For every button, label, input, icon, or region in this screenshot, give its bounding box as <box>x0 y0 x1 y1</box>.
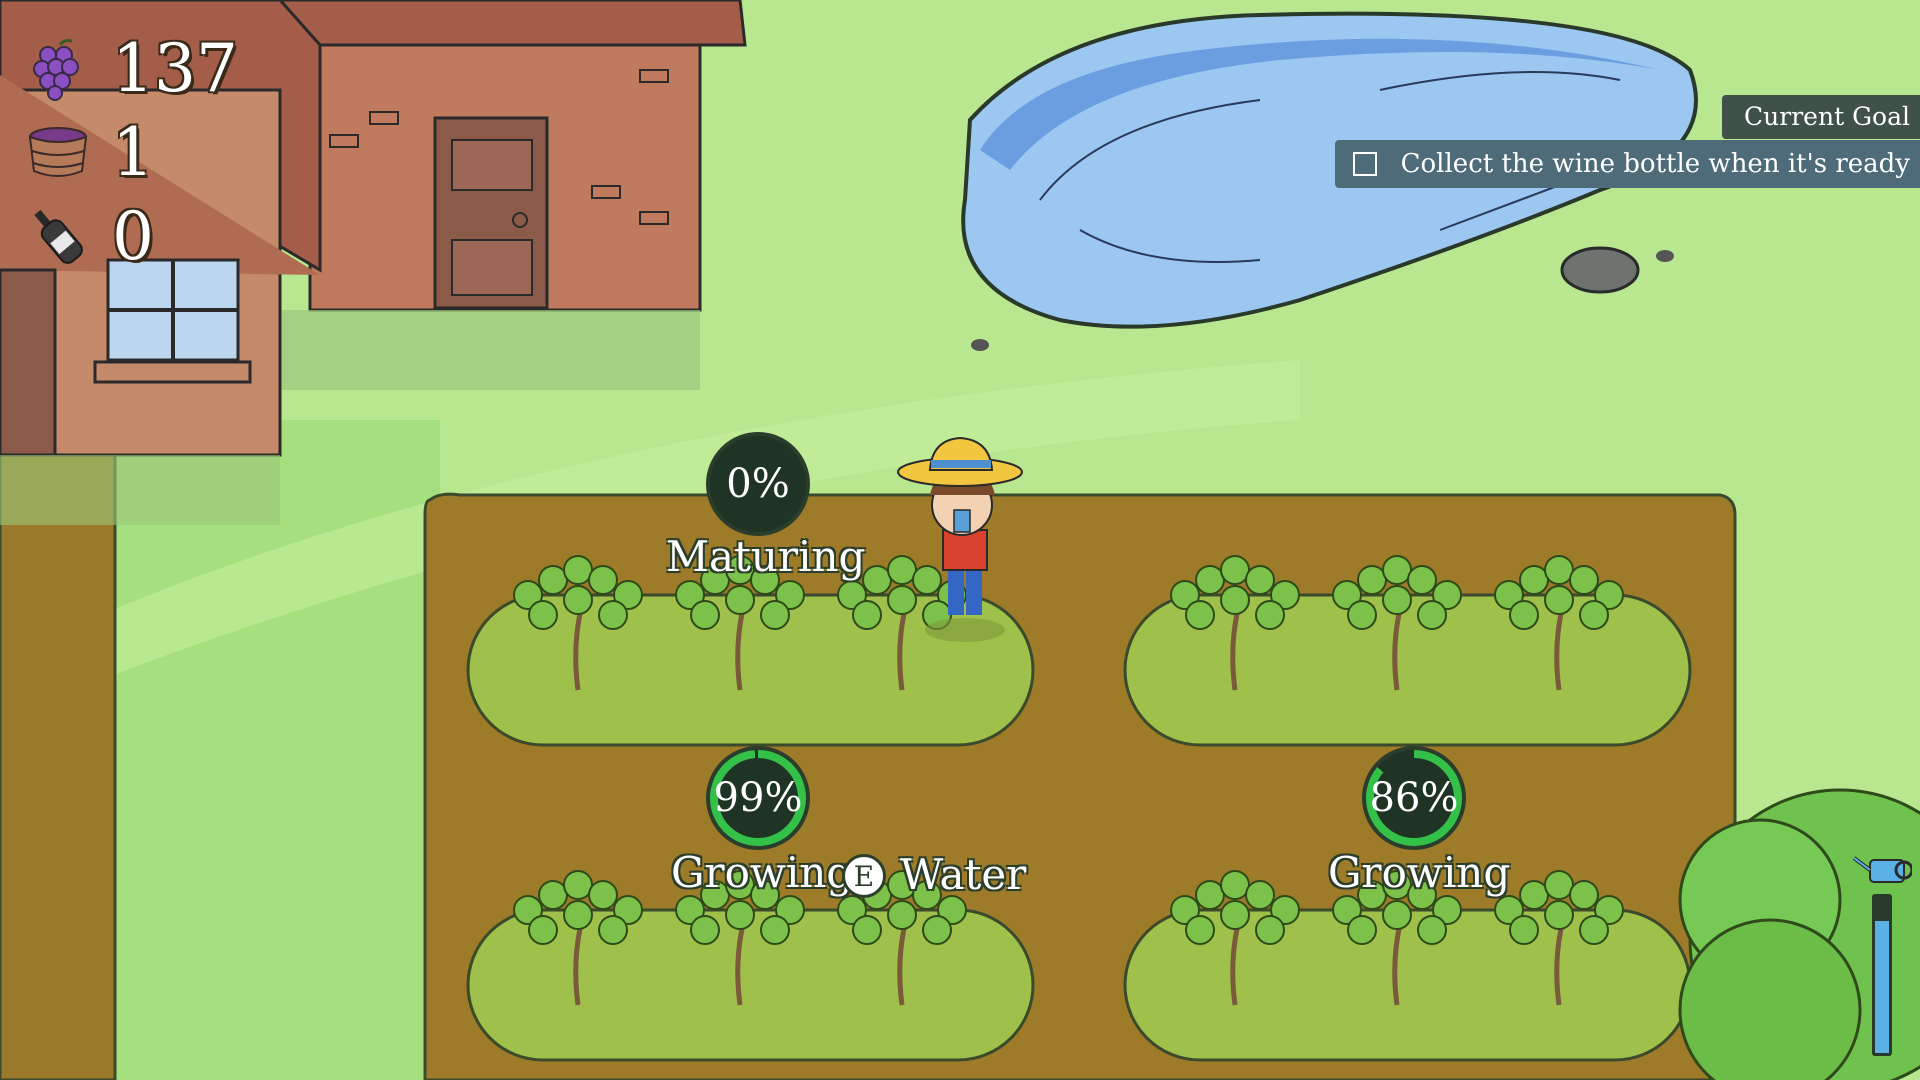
juice-count: 1 <box>112 114 154 191</box>
juice-counter: 1 <box>26 120 154 186</box>
barn <box>267 0 747 390</box>
water-meter <box>1852 852 1914 1062</box>
barrel-icon <box>26 121 90 185</box>
progress-ring-plot-3: 86% <box>1362 746 1466 850</box>
goal-checkbox <box>1352 152 1377 176</box>
grape-counter: 137 <box>26 36 238 102</box>
current-goal-title: Current Goal <box>1722 95 1920 139</box>
wine-count: 0 <box>112 198 154 275</box>
grape-count: 137 <box>112 30 238 107</box>
progress-ring-plot-2: 99% <box>706 746 810 850</box>
water-meter-track <box>1872 894 1892 1056</box>
progress-percent: 99% <box>714 758 802 838</box>
plot-status-label: Growing <box>1328 848 1511 897</box>
goal-text: Collect the wine bottle when it's ready <box>1400 149 1910 179</box>
interact-key-prompt: E <box>842 854 886 898</box>
grape-icon <box>26 37 90 101</box>
wine-bottle-icon <box>26 205 90 269</box>
watering-can-icon <box>1852 852 1914 892</box>
progress-ring-plot-1: 0% <box>706 432 810 536</box>
water-action-label: Water <box>900 850 1027 899</box>
water-meter-fill <box>1875 921 1889 1053</box>
wine-counter: 0 <box>26 204 154 270</box>
plot-status-label: Growing <box>671 848 854 897</box>
goal-item: Collect the wine bottle when it's ready <box>1334 140 1920 188</box>
progress-percent: 0% <box>718 444 798 524</box>
left-dirt-strip <box>0 453 117 1080</box>
progress-percent: 86% <box>1370 758 1458 838</box>
plot-status-label: Maturing <box>666 532 866 581</box>
